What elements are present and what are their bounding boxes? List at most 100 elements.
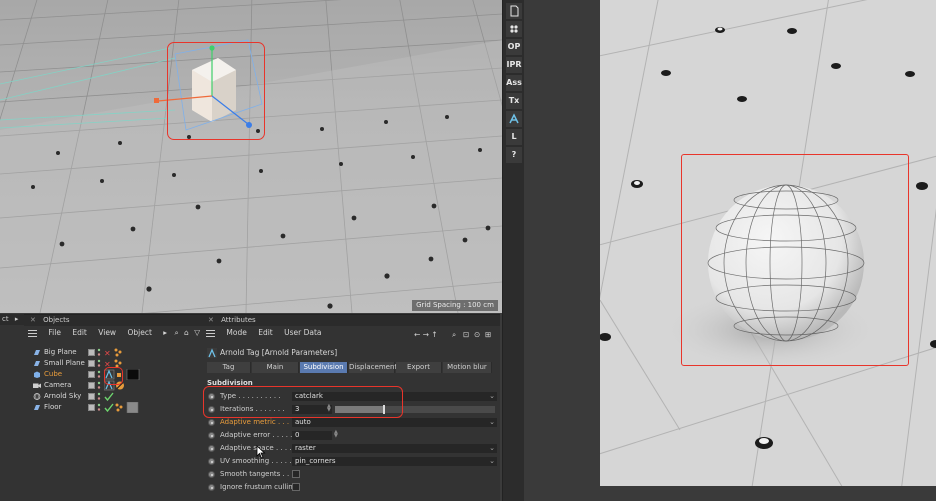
tag-icons[interactable]	[104, 380, 164, 391]
attr-adaptive-error-row: Adaptive error . . . . . 0 ▲ ▼	[207, 430, 497, 441]
attributes-lock-icon[interactable]: ⊡	[463, 328, 469, 341]
attributes-nav-arrows[interactable]: ← → ↑	[414, 328, 438, 341]
animate-radio-icon[interactable]	[208, 458, 215, 465]
ipr-button[interactable]: IPR	[506, 57, 522, 73]
objects-close-icon[interactable]: ✕	[30, 316, 36, 324]
section-subdivision: Subdivision	[207, 379, 253, 387]
visibility-checkbox[interactable]	[88, 404, 95, 411]
ass-button[interactable]: Ass	[506, 75, 522, 91]
visibility-checkbox[interactable]	[88, 382, 95, 389]
ignore-frustum-culling-checkbox[interactable]	[292, 483, 300, 491]
animate-radio-icon[interactable]	[208, 419, 215, 426]
grid-spacing-label: Grid Spacing : 100 cm	[412, 300, 498, 311]
adaptive-error-field[interactable]: 0	[292, 431, 332, 440]
object-row-big-plane[interactable]: Big Plane ✕	[24, 347, 202, 358]
objects-hamburger-icon[interactable]	[28, 329, 37, 337]
visibility-dots-icon[interactable]	[97, 403, 101, 412]
visibility-checkbox[interactable]	[88, 349, 95, 356]
attributes-settings-icon[interactable]: ⊙	[474, 328, 480, 341]
tab-subdivision[interactable]: Subdivision	[300, 362, 348, 373]
attributes-hamburger-icon[interactable]	[206, 329, 215, 337]
iterations-field[interactable]: 3	[292, 405, 332, 414]
smooth-tangents-checkbox[interactable]	[292, 470, 300, 478]
tag-icons[interactable]	[104, 391, 124, 402]
sky-icon	[33, 393, 41, 400]
iterations-stepper[interactable]: ▲ ▼	[327, 404, 331, 413]
visibility-dots-icon[interactable]	[97, 381, 101, 390]
attributes-close-icon[interactable]: ✕	[208, 316, 214, 324]
animate-radio-icon[interactable]	[208, 445, 215, 452]
plane-icon	[34, 361, 40, 366]
left-stub-arrow[interactable]: ▸	[15, 315, 19, 323]
object-row-camera[interactable]: Camera	[24, 380, 202, 391]
attributes-menu-edit[interactable]: Edit	[258, 328, 273, 337]
objects-menu-edit[interactable]: Edit	[72, 328, 87, 337]
attributes-search-icon[interactable]: ⌕	[452, 328, 456, 341]
adaptive-metric-dropdown[interactable]: auto ⌄	[292, 418, 497, 427]
visibility-checkbox[interactable]	[88, 371, 95, 378]
objects-panel: ✕ Objects File Edit View Object ▸ ⌕ ⌂ ▽ …	[24, 314, 202, 501]
animate-radio-icon[interactable]	[208, 484, 215, 491]
type-dropdown[interactable]: catclark ⌄	[292, 392, 497, 401]
attribute-tabs: Tag Main Subdivision Displacement Export…	[207, 362, 492, 373]
visibility-dots-icon[interactable]	[97, 359, 101, 368]
animate-radio-icon[interactable]	[208, 432, 215, 439]
plane-icon	[34, 350, 40, 355]
visibility-dots-icon[interactable]	[97, 348, 101, 357]
iterations-slider[interactable]	[335, 405, 495, 414]
tag-icons[interactable]	[104, 369, 184, 380]
objects-filter-icon[interactable]: ▽	[194, 328, 200, 337]
animate-radio-icon[interactable]	[208, 393, 215, 400]
animate-radio-icon[interactable]	[208, 471, 215, 478]
attr-iterations-row: Iterations . . . . . . . 3 ▲ ▼	[207, 404, 497, 415]
adaptive-space-dropdown[interactable]: raster ⌄	[292, 444, 497, 453]
objects-more-arrow[interactable]: ▸	[163, 328, 167, 337]
attributes-menu-mode[interactable]: Mode	[226, 328, 246, 337]
attr-smooth-tangents-row: Smooth tangents . . .	[207, 469, 497, 480]
attributes-panel-title: ✕ Attributes	[202, 315, 500, 326]
objects-menubar: File Edit View Object ▸ ⌕ ⌂ ▽	[24, 326, 202, 339]
object-row-small-plane[interactable]: Small Plane ✕	[24, 358, 202, 369]
tab-tag[interactable]: Tag	[207, 362, 251, 373]
visibility-dots-icon[interactable]	[97, 392, 101, 401]
object-row-cube[interactable]: Cube	[24, 369, 202, 380]
arnold-logo-icon[interactable]	[506, 111, 522, 127]
new-document-icon[interactable]	[506, 3, 522, 19]
iterations-slider-knob[interactable]	[383, 405, 385, 414]
cube-icon	[34, 371, 40, 378]
op-button[interactable]: OP	[506, 39, 522, 55]
objects-menu-view[interactable]: View	[98, 328, 116, 337]
chevron-down-icon: ⌄	[489, 457, 495, 465]
attributes-menu-user-data[interactable]: User Data	[284, 328, 321, 337]
animate-radio-icon[interactable]	[208, 406, 215, 413]
tab-export[interactable]: Export	[396, 362, 442, 373]
tx-button[interactable]: Tx	[506, 93, 522, 109]
help-button[interactable]: ?	[506, 147, 522, 163]
tag-icons[interactable]: ✕	[104, 347, 134, 358]
objects-home-icon[interactable]: ⌂	[184, 328, 189, 337]
light-manager-button[interactable]: L	[506, 129, 522, 145]
tab-displacement[interactable]: Displacement	[349, 362, 397, 373]
attr-adaptive-metric-row: Adaptive metric . . . . auto ⌄	[207, 417, 497, 428]
attr-type-row: Type . . . . . . . . . . catclark ⌄	[207, 391, 497, 402]
left-panel-stub: ct ▸	[0, 314, 24, 501]
visibility-checkbox[interactable]	[88, 360, 95, 367]
uv-smoothing-dropdown[interactable]: pin_corners ⌄	[292, 457, 497, 466]
attributes-add-icon[interactable]: ⊞	[485, 328, 491, 341]
object-row-floor[interactable]: Floor	[24, 402, 202, 413]
tab-main[interactable]: Main	[252, 362, 299, 373]
objects-menu-object[interactable]: Object	[127, 328, 151, 337]
adaptive-error-stepper[interactable]: ▲ ▼	[334, 430, 338, 439]
tag-icons[interactable]: ✕	[104, 358, 134, 369]
object-row-arnold-sky[interactable]: Arnold Sky	[24, 391, 202, 402]
visibility-checkbox[interactable]	[88, 393, 95, 400]
objects-menu-file[interactable]: File	[48, 328, 61, 337]
render-view[interactable]	[600, 0, 936, 486]
tag-icons[interactable]	[104, 402, 164, 413]
tab-motion-blur[interactable]: Motion blur	[443, 362, 492, 373]
dots-icon[interactable]	[506, 21, 522, 37]
3d-viewport[interactable]: Grid Spacing : 100 cm	[0, 0, 502, 313]
visibility-dots-icon[interactable]	[97, 370, 101, 379]
objects-search-icon[interactable]: ⌕	[174, 328, 178, 337]
svg-text:✕: ✕	[104, 349, 111, 358]
